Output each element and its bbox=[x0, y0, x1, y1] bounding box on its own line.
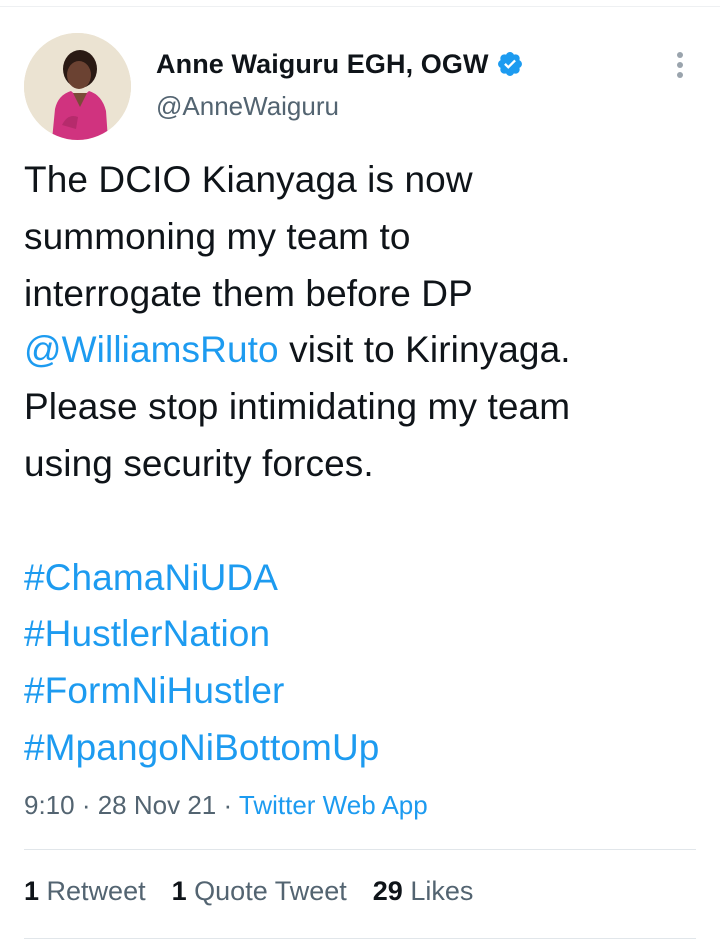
likes-stat[interactable]: 29 Likes bbox=[373, 876, 474, 907]
tweet-line: @WilliamsRuto visit to Kirinyaga. bbox=[24, 322, 704, 379]
tweet-line: Please stop intimidating my team bbox=[24, 386, 571, 428]
tweet-text: The DCIO Kianyaga is now summoning my te… bbox=[24, 152, 704, 777]
author-handle[interactable]: @AnneWaiguru bbox=[156, 91, 339, 122]
divider bbox=[24, 849, 696, 850]
hashtag-link[interactable]: #HustlerNation bbox=[24, 606, 704, 663]
quote-tweets-count: 1 bbox=[171, 876, 187, 906]
author-row: Anne Waiguru EGH, OGW bbox=[156, 46, 524, 82]
hashtag-link[interactable]: #ChamaNiUDA bbox=[24, 550, 704, 607]
hashtag-link[interactable]: #MpangoNiBottomUp bbox=[24, 720, 704, 777]
author-name[interactable]: Anne Waiguru EGH, OGW bbox=[156, 49, 489, 80]
tweet-metadata: 9:10 · 28 Nov 21 · Twitter Web App bbox=[24, 790, 428, 821]
mention-link[interactable]: @WilliamsRuto bbox=[24, 329, 279, 370]
retweets-stat[interactable]: 1 Retweet bbox=[24, 876, 146, 907]
hashtag-link[interactable]: #FormNiHustler bbox=[24, 663, 704, 720]
retweets-label: Retweet bbox=[46, 876, 146, 906]
avatar[interactable] bbox=[24, 33, 131, 140]
tweet-date[interactable]: 28 Nov 21 bbox=[98, 790, 217, 820]
tweet-time[interactable]: 9:10 bbox=[24, 790, 75, 820]
tweet-line: summoning my team to bbox=[24, 215, 411, 257]
likes-count: 29 bbox=[372, 876, 403, 906]
quote-tweets-label: Quote Tweet bbox=[194, 876, 347, 906]
separator: · bbox=[216, 790, 239, 820]
tweet-line: interrogate them before DP bbox=[24, 272, 473, 314]
retweets-count: 1 bbox=[24, 876, 40, 906]
tweet-line: using security forces. bbox=[24, 442, 374, 484]
top-divider bbox=[0, 6, 720, 7]
divider bbox=[24, 938, 696, 939]
tweet-line-text: visit to Kirinyaga. bbox=[278, 329, 571, 371]
tweet-stats: 1 Retweet 1 Quote Tweet 29 Likes bbox=[24, 876, 499, 907]
tweet-source-link[interactable]: Twitter Web App bbox=[239, 790, 428, 820]
likes-label: Likes bbox=[410, 876, 474, 906]
separator: · bbox=[74, 790, 98, 820]
verified-badge-icon bbox=[497, 52, 522, 76]
avatar-image bbox=[24, 33, 131, 140]
quote-tweets-stat[interactable]: 1 Quote Tweet bbox=[172, 876, 347, 907]
tweet-line: The DCIO Kianyaga is now bbox=[24, 159, 473, 200]
more-options-icon[interactable] bbox=[666, 50, 694, 80]
